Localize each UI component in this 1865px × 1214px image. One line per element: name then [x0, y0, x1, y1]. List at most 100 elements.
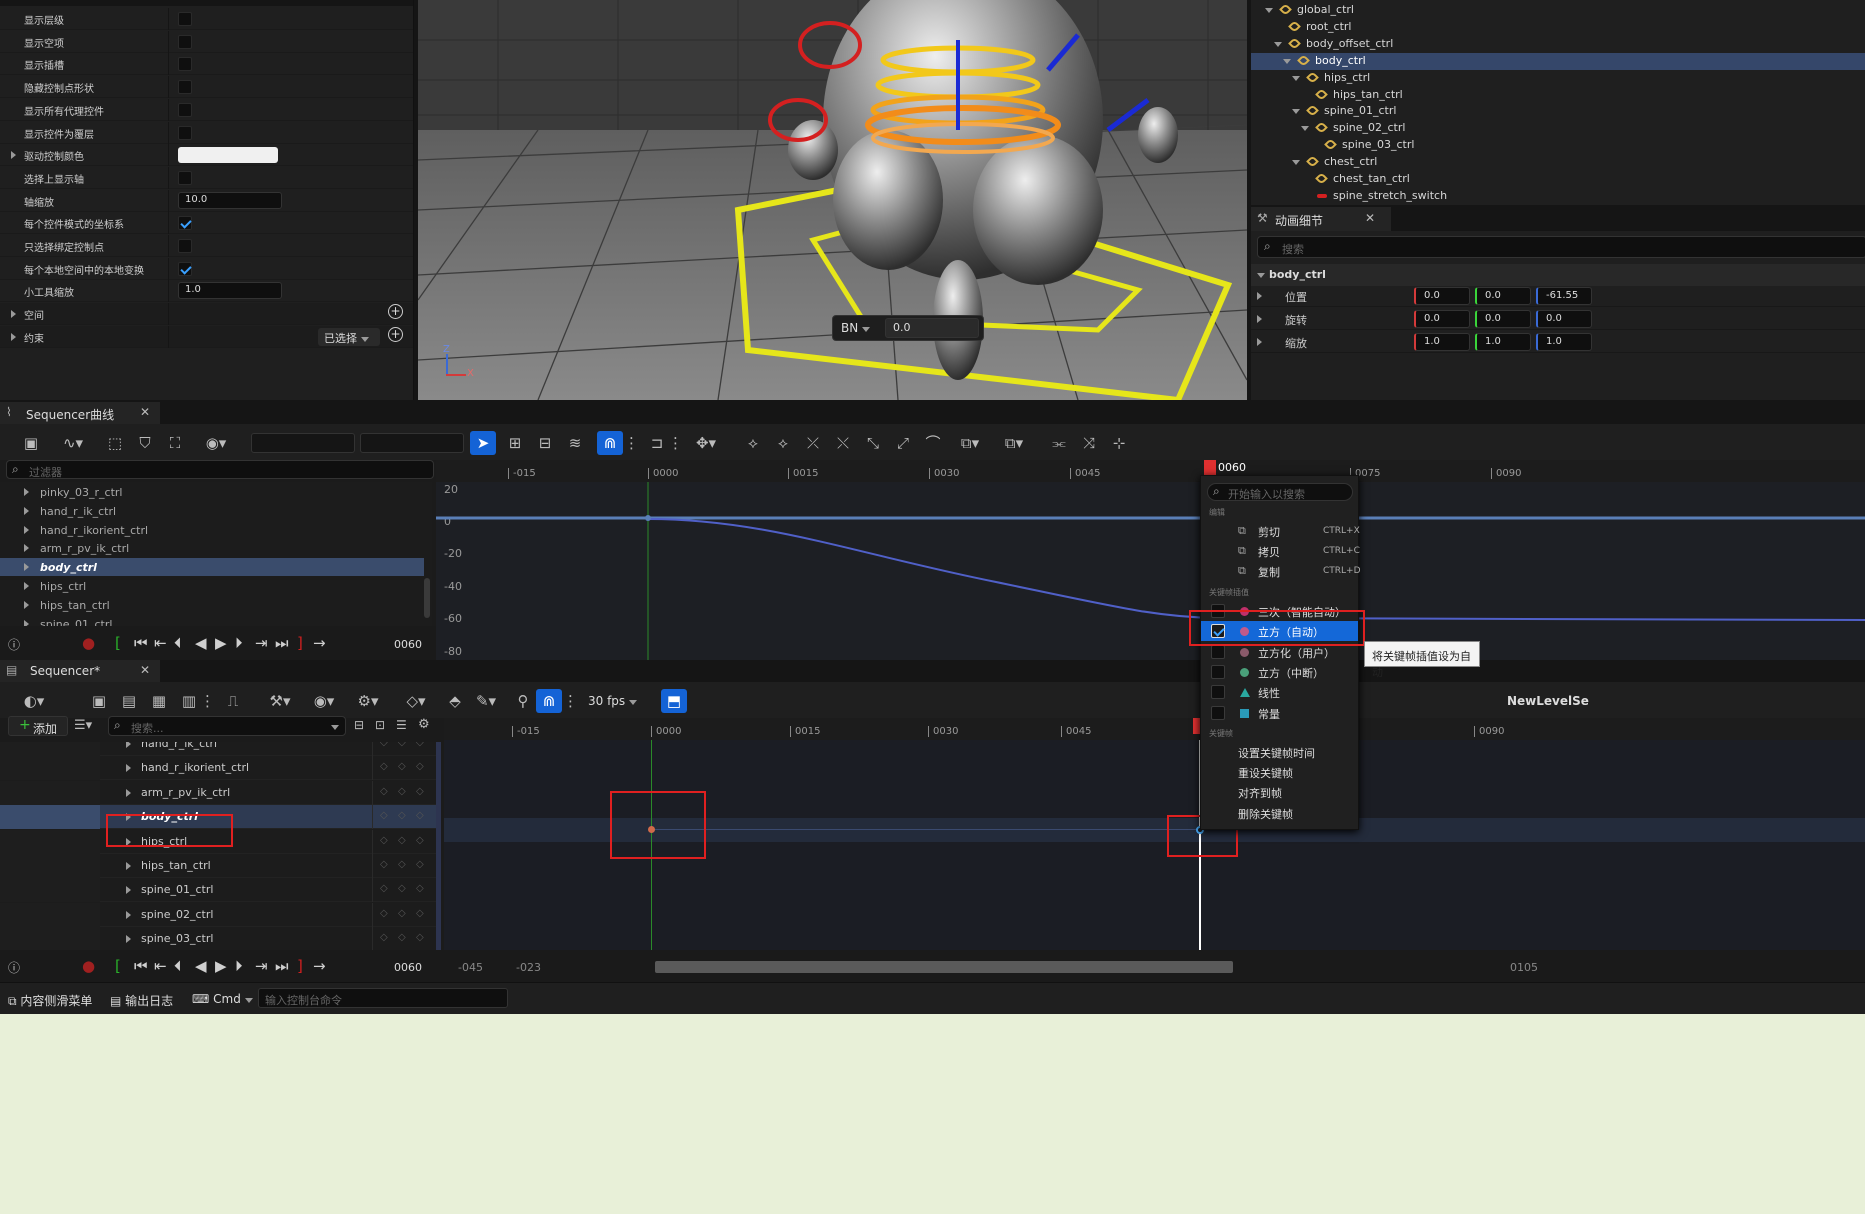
details-row[interactable]: 每个本地空间中的本地变换: [0, 257, 413, 280]
hierarchy-item[interactable]: body_ctrl: [1251, 52, 1865, 70]
expand-arrow-icon[interactable]: [1257, 315, 1262, 323]
prev-key-icon[interactable]: ◇: [380, 810, 388, 821]
expand-arrow-icon[interactable]: [24, 506, 29, 515]
prev-frame-icon[interactable]: ⏴: [174, 634, 182, 652]
timeline-scrollbar[interactable]: [655, 961, 1233, 973]
jump-start-icon[interactable]: ⏮: [134, 634, 148, 652]
add-circle-icon[interactable]: +: [388, 326, 403, 342]
next-key-icon[interactable]: ◇: [416, 932, 424, 943]
brush-icon[interactable]: ✎▾: [468, 689, 504, 713]
save-icon[interactable]: ▣: [86, 689, 112, 713]
loop-icon[interactable]: →: [313, 634, 326, 652]
details-checkbox[interactable]: [178, 80, 192, 95]
save-as-icon[interactable]: ▤: [116, 689, 142, 713]
prev-key-icon[interactable]: ⇤: [154, 957, 167, 975]
expand-arrow-icon[interactable]: [1257, 292, 1262, 300]
view-range-end[interactable]: 0105: [1510, 961, 1538, 974]
sequencer-track-row[interactable]: hand_r_ik_ctrl ◇ ◇ ◇: [0, 742, 440, 756]
add-key-icon[interactable]: ◇: [398, 883, 406, 894]
sequencer-track-row[interactable]: spine_03_ctrl ◇ ◇ ◇: [0, 927, 440, 950]
hierarchy-item[interactable]: spine_02_ctrl: [1251, 120, 1865, 137]
sequencer-track-row[interactable]: hand_r_ikorient_ctrl ◇ ◇ ◇: [0, 756, 440, 781]
menu-item-checkbox[interactable]: [1211, 705, 1225, 720]
add-key-icon[interactable]: ◇: [398, 835, 406, 846]
visibility-icon[interactable]: ◉▾: [306, 689, 342, 713]
anim-y-input[interactable]: 0.0: [1475, 287, 1531, 305]
play-icon[interactable]: ▶: [215, 634, 227, 652]
sequencer-current-frame[interactable]: 0060: [394, 961, 422, 974]
add-key-icon[interactable]: ◇: [398, 908, 406, 919]
details-checkbox[interactable]: [178, 239, 192, 253]
close-icon[interactable]: ✕: [140, 663, 150, 677]
bn-dropdown[interactable]: BN: [841, 321, 871, 335]
pre-infinity-icon[interactable]: ⧉▾: [952, 431, 988, 455]
expand-arrow-icon[interactable]: [1292, 160, 1300, 166]
key-type-icon[interactable]: ⬘: [442, 689, 468, 713]
bn-value-input[interactable]: 0.0: [885, 318, 979, 338]
curve-current-frame[interactable]: 0060: [394, 638, 422, 651]
add-circle-icon[interactable]: +: [388, 304, 403, 320]
range-start-icon[interactable]: [: [115, 634, 121, 652]
menu-item-interp[interactable]: 常量: [1201, 703, 1358, 723]
range-start-icon[interactable]: [: [115, 957, 121, 975]
world-icon[interactable]: ◐▾: [16, 689, 52, 713]
details-row[interactable]: 轴缩放 10.0: [0, 189, 413, 212]
hierarchy-item[interactable]: hips_ctrl: [1251, 70, 1865, 87]
expand-arrow-icon[interactable]: [24, 525, 29, 534]
next-key-icon[interactable]: ◇: [416, 742, 424, 748]
hierarchy-item[interactable]: body_offset_ctrl: [1251, 36, 1865, 53]
collapse-icon[interactable]: ⊟: [354, 718, 364, 732]
key-icon[interactable]: ◇▾: [398, 689, 434, 713]
more-icon[interactable]: ⋮: [668, 431, 683, 455]
expand-arrow-icon[interactable]: [126, 910, 131, 919]
expand-arrow-icon[interactable]: [1292, 75, 1300, 81]
sequencer-search-input[interactable]: ⌕ 搜索...: [108, 716, 346, 736]
prev-key-icon[interactable]: ◇: [380, 932, 388, 943]
details-row[interactable]: 显示所有代理控件: [0, 98, 413, 121]
details-row[interactable]: 驱动控制颜色: [0, 144, 413, 167]
expand-arrow-icon[interactable]: [126, 862, 131, 870]
render-icon[interactable]: ▦: [146, 689, 172, 713]
details-row[interactable]: 显示插槽: [0, 53, 413, 76]
expand-arrow-icon[interactable]: [126, 788, 131, 797]
sequencer-track-row[interactable]: arm_r_pv_ik_ctrl ◇ ◇ ◇: [0, 780, 440, 805]
sequencer-timebar[interactable]: -015 0000 0015 0030 0045 0090: [444, 718, 1865, 740]
add-key-icon[interactable]: ◇: [398, 742, 406, 748]
tangent-constant-icon[interactable]: ⤡: [860, 431, 886, 455]
sequence-options-icon[interactable]: ⎍: [220, 689, 246, 713]
record-icon[interactable]: ●: [82, 957, 95, 975]
curve-track-item[interactable]: body_ctrl: [0, 558, 424, 577]
details-row[interactable]: 显示空项: [0, 30, 413, 53]
curve-track-item[interactable]: hips_ctrl: [0, 577, 424, 595]
next-key-icon[interactable]: ◇: [416, 761, 424, 772]
snap-icon[interactable]: ⋒: [597, 431, 623, 455]
frame-selection-icon[interactable]: ⬚: [102, 431, 128, 455]
align-keys-icon[interactable]: ⫘: [1046, 431, 1072, 455]
sequencer-track-row[interactable]: hips_tan_ctrl ◇ ◇ ◇: [0, 854, 440, 878]
curve-value-input-2[interactable]: [360, 433, 464, 453]
details-number-input[interactable]: 1.0: [178, 282, 282, 300]
filter-icon[interactable]: ☰▾: [74, 718, 92, 733]
menu-item-interp[interactable]: 线性: [1201, 682, 1358, 702]
anim-details-row[interactable]: 缩放 1.0 1.0 1.0: [1251, 331, 1865, 353]
filter-curve-icon[interactable]: ⊹: [1106, 431, 1132, 455]
anim-x-input[interactable]: 0.0: [1414, 287, 1470, 305]
tangent-break-icon[interactable]: ⤫: [800, 431, 826, 455]
next-frame-icon[interactable]: ⏵: [235, 634, 243, 652]
console-input[interactable]: 输入控制台命令: [258, 988, 508, 1008]
add-key-icon[interactable]: ◇: [398, 786, 406, 797]
curve-value-input-1[interactable]: [251, 433, 355, 453]
tangent-linear-icon[interactable]: ⤬: [830, 431, 856, 455]
anim-z-input[interactable]: 1.0: [1536, 333, 1592, 351]
close-icon[interactable]: ✕: [1365, 211, 1375, 225]
save-icon[interactable]: ▣: [18, 431, 44, 455]
expand-arrow-icon[interactable]: [24, 582, 29, 590]
tab-sequencer[interactable]: ▤ Sequencer* ✕: [0, 660, 160, 682]
menu-item-key[interactable]: 重设关键帧: [1201, 762, 1358, 782]
details-row[interactable]: 空间 +: [0, 303, 413, 326]
curve-timebar[interactable]: -015 0000 0015 0030 0045 0075 0090 0060: [436, 460, 1865, 482]
context-menu-search[interactable]: ⌕ 开始输入以搜索: [1207, 483, 1353, 501]
time-snap-icon[interactable]: ⊐: [644, 431, 670, 455]
details-row[interactable]: 小工具缩放 1.0: [0, 280, 413, 303]
expand-arrow-icon[interactable]: [126, 886, 131, 895]
